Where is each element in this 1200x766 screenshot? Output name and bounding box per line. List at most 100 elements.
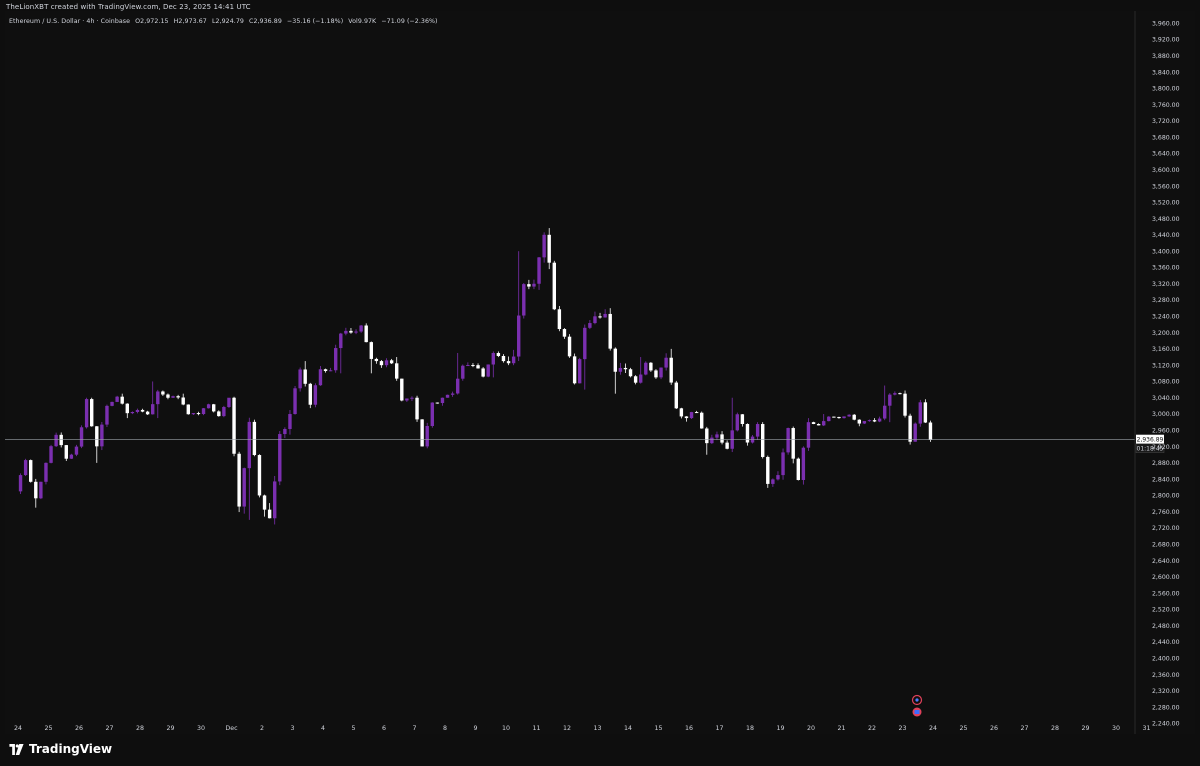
candle	[257, 454, 262, 498]
overlay-layer: 2,936.8901:18:45	[5, 434, 1165, 717]
candle-body	[323, 369, 328, 372]
candle	[674, 380, 678, 409]
brand-name: TradingView	[29, 742, 113, 756]
candle	[832, 416, 836, 418]
candle-body	[471, 365, 475, 367]
candle-body	[837, 416, 841, 419]
candle	[511, 349, 516, 366]
candle	[567, 334, 572, 358]
candle	[893, 391, 897, 396]
price-axis-label: 3,480.00	[1152, 216, 1180, 223]
candle	[735, 412, 739, 432]
price-axis-label: 3,880.00	[1152, 53, 1180, 60]
candle	[776, 471, 780, 481]
candle	[95, 426, 99, 463]
candle-body	[527, 284, 531, 287]
time-axis-label: 24	[14, 725, 22, 732]
candle-body	[90, 399, 94, 427]
candles-layer	[18, 228, 933, 525]
price-axis-label: 2,240.00	[1152, 721, 1180, 728]
candle	[603, 309, 607, 318]
candle-body	[74, 446, 79, 455]
candle-body	[273, 481, 277, 519]
time-axis-label: 23	[898, 725, 906, 732]
candle	[755, 422, 760, 440]
candle	[156, 389, 160, 419]
candle	[827, 416, 831, 422]
candle	[491, 351, 495, 378]
candle	[110, 401, 114, 407]
price-axis-label: 2,520.00	[1152, 607, 1180, 614]
price-axis-label: 3,840.00	[1152, 69, 1180, 76]
candle-body	[781, 452, 785, 476]
candle-body	[740, 414, 745, 424]
price-axis-label: 2,280.00	[1152, 704, 1180, 711]
candle-body	[293, 388, 297, 415]
candle-body	[110, 401, 114, 406]
time-axis-label: 18	[746, 725, 754, 732]
candle	[730, 397, 734, 453]
price-axis-label: 2,560.00	[1152, 590, 1180, 597]
price-axis-label: 3,040.00	[1152, 395, 1180, 402]
price-axis: 3,960.00 3,920.00 3,880.00 3,840.00 3,800.00…	[1134, 11, 1180, 734]
candle-body	[486, 364, 490, 377]
candle-body	[115, 396, 119, 402]
candle-body	[456, 378, 460, 394]
candle-body	[298, 369, 302, 389]
time-axis-label: 15	[654, 725, 662, 732]
candle-body	[425, 425, 429, 447]
candle	[69, 453, 74, 459]
candle-body	[349, 330, 353, 333]
candle-body	[318, 369, 323, 386]
candle	[166, 393, 170, 400]
candle	[506, 356, 511, 366]
candle	[456, 352, 460, 395]
candle	[761, 422, 765, 459]
candle	[140, 408, 145, 413]
candle	[430, 402, 434, 428]
candle-body	[578, 359, 582, 384]
candle	[18, 473, 23, 495]
price-axis-label: 2,960.00	[1152, 428, 1180, 435]
candle	[928, 420, 933, 442]
price-chart[interactable]: 2,936.8901:18:45 3,960.00 3,920.00 3,880.0…	[0, 0, 1200, 766]
candle-body	[252, 421, 257, 456]
candle	[527, 279, 531, 290]
candle-body	[49, 446, 53, 463]
candle	[212, 403, 216, 413]
candle-body	[176, 396, 180, 398]
price-axis-label: 2,840.00	[1152, 476, 1180, 483]
candle-body	[694, 412, 699, 414]
candle	[547, 228, 551, 270]
price-axis-label: 3,440.00	[1152, 232, 1180, 239]
candle	[664, 353, 668, 371]
candle-body	[755, 424, 760, 437]
candle-body	[435, 402, 440, 404]
candle	[720, 431, 724, 445]
candle-body	[212, 404, 216, 412]
candle-body	[445, 394, 450, 398]
candle	[791, 426, 795, 464]
candle-body	[872, 420, 877, 422]
candle	[694, 410, 699, 414]
candle	[252, 419, 257, 457]
tradingview-brand[interactable]: TradingView	[8, 742, 112, 756]
price-axis-label: 3,320.00	[1152, 281, 1180, 288]
candle	[608, 308, 612, 351]
candle-body	[420, 419, 424, 447]
candle	[105, 404, 109, 428]
candle-body	[633, 376, 638, 383]
candle	[227, 397, 231, 408]
candle-body	[903, 393, 907, 416]
candle	[461, 364, 465, 381]
time-axis-label: 31	[1142, 725, 1150, 732]
candle	[918, 399, 922, 427]
candle	[395, 357, 399, 381]
candle-body	[395, 363, 399, 379]
candle-body	[644, 362, 648, 375]
time-axis-label: 27	[1020, 725, 1028, 732]
time-axis-label: 8	[443, 725, 447, 732]
candle-body	[334, 348, 338, 371]
candle	[145, 410, 150, 415]
candle	[237, 451, 241, 513]
